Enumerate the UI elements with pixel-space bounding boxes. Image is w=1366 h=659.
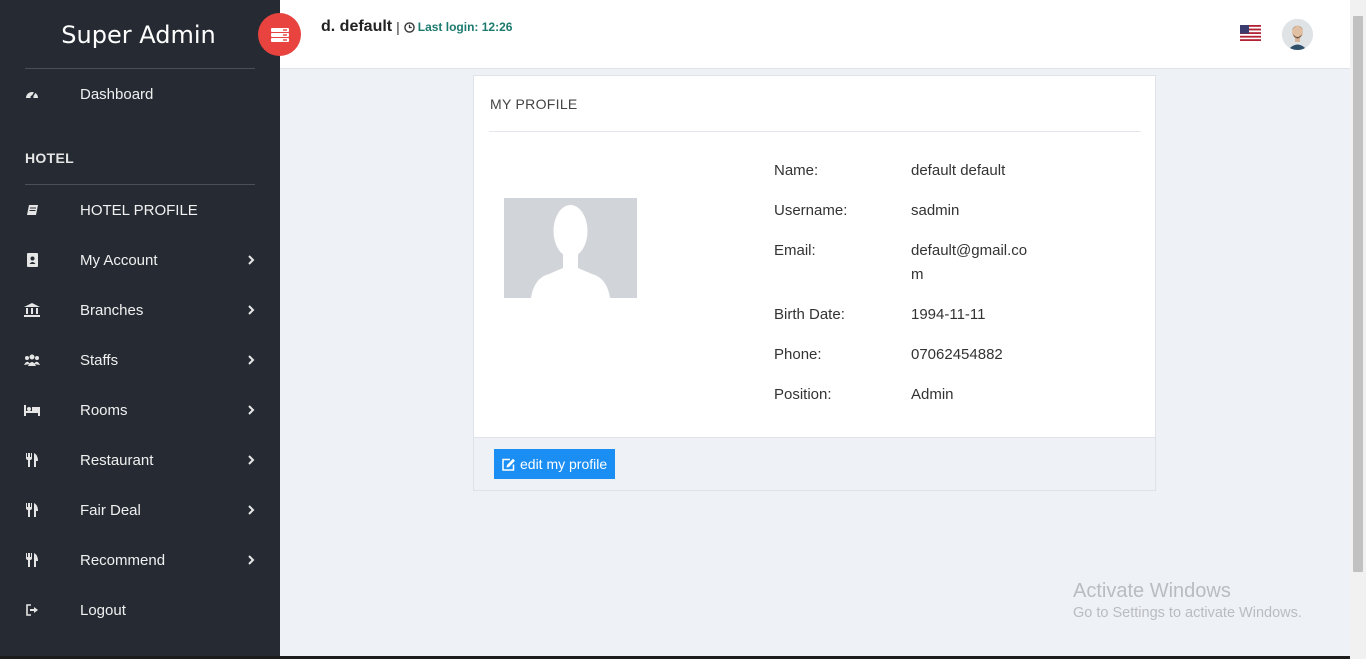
book-icon — [24, 202, 40, 218]
field-value-username: sadmin — [911, 202, 960, 219]
separator: | — [396, 19, 400, 35]
sidebar-item-fair-deal[interactable]: Fair Deal — [0, 495, 280, 525]
sidebar-item-restaurant[interactable]: Restaurant — [0, 445, 280, 475]
chevron-right-icon — [248, 555, 255, 565]
chevron-right-icon — [248, 305, 255, 315]
field-label-username: Username: — [774, 202, 848, 219]
sidebar-item-label: Logout — [80, 601, 126, 619]
chevron-right-icon — [248, 405, 255, 415]
vertical-scrollbar[interactable] — [1350, 0, 1366, 659]
field-value-name: default default — [911, 162, 1006, 179]
sidebar-item-label: Fair Deal — [80, 501, 141, 519]
top-bar: d. default | Last login: 12:26 — [280, 0, 1350, 69]
sidebar-item-label: My Account — [80, 251, 158, 269]
field-label-phone: Phone: — [774, 346, 822, 363]
section-title-hotel: HOTEL — [25, 150, 74, 166]
sidebar-item-label: Rooms — [80, 401, 128, 419]
cutlery-icon — [24, 502, 40, 518]
sidebar-item-hotel-profile[interactable]: HOTEL PROFILE — [0, 195, 280, 225]
profile-card: MY PROFILE Name: default default Usernam… — [473, 75, 1156, 491]
field-label-position: Position: — [774, 386, 832, 403]
last-login: Last login: 12:26 — [403, 20, 513, 34]
chevron-right-icon — [248, 455, 255, 465]
sidebar-item-my-account[interactable]: My Account — [0, 245, 280, 275]
clock-icon — [403, 21, 415, 33]
cutlery-icon — [24, 552, 40, 568]
sidebar-item-rooms[interactable]: Rooms — [0, 395, 280, 425]
last-login-text: Last login: 12:26 — [417, 20, 513, 34]
divider — [25, 184, 255, 185]
field-value-birth-date: 1994-11-11 — [911, 306, 986, 323]
sidebar-item-label: HOTEL PROFILE — [80, 201, 198, 219]
sidebar-item-dashboard[interactable]: Dashboard — [0, 79, 280, 109]
card-title: MY PROFILE — [490, 96, 578, 112]
activate-windows-title: Activate Windows — [1073, 580, 1231, 602]
users-icon — [24, 352, 40, 368]
sidebar-item-label: Branches — [80, 301, 144, 319]
edit-profile-button[interactable]: edit my profile — [494, 449, 616, 479]
sidebar: Super Admin Dashboard HOTEL HOTEL PROFIL… — [0, 0, 280, 659]
divider — [489, 131, 1141, 132]
activate-windows-subtitle: Go to Settings to activate Windows. — [1073, 605, 1302, 621]
dashboard-icon — [24, 86, 40, 102]
sidebar-item-label: Restaurant — [80, 451, 154, 469]
avatar[interactable] — [1282, 19, 1313, 50]
sidebar-toggle-button[interactable] — [258, 13, 301, 56]
user-info: d. default | Last login: 12:26 — [321, 18, 512, 36]
brand-title: Super Admin — [61, 20, 216, 49]
field-value-phone: 07062454882 — [911, 346, 1003, 363]
chevron-right-icon — [248, 505, 255, 515]
sidebar-item-staffs[interactable]: Staffs — [0, 345, 280, 375]
contact-book-icon — [24, 252, 40, 268]
profile-photo-placeholder — [504, 198, 637, 298]
edit-icon — [502, 458, 515, 471]
server-icon — [270, 27, 289, 42]
field-label-name: Name: — [774, 162, 819, 179]
cutlery-icon — [24, 452, 40, 468]
divider — [25, 68, 255, 69]
sidebar-item-label: Recommend — [80, 551, 166, 569]
sidebar-item-label: Dashboard — [80, 85, 154, 103]
edit-profile-label: edit my profile — [520, 456, 608, 472]
card-footer: edit my profile — [474, 437, 1155, 490]
field-value-position: Admin — [911, 386, 954, 403]
language-flag-icon[interactable] — [1240, 25, 1261, 41]
bank-icon — [24, 302, 40, 318]
field-value-email: default@gmail.com — [911, 242, 1028, 283]
field-label-birth-date: Birth Date: — [774, 306, 845, 323]
chevron-right-icon — [248, 355, 255, 365]
sidebar-item-recommend[interactable]: Recommend — [0, 545, 280, 575]
sidebar-item-logout[interactable]: Logout — [0, 595, 280, 625]
user-name: d. default — [321, 18, 393, 35]
field-label-email: Email: — [774, 242, 816, 259]
chevron-right-icon — [248, 255, 255, 265]
sidebar-item-branches[interactable]: Branches — [0, 295, 280, 325]
sign-out-icon — [24, 602, 40, 618]
scrollbar-thumb[interactable] — [1353, 16, 1363, 572]
sidebar-item-label: Staffs — [80, 351, 119, 369]
bed-icon — [24, 402, 40, 418]
